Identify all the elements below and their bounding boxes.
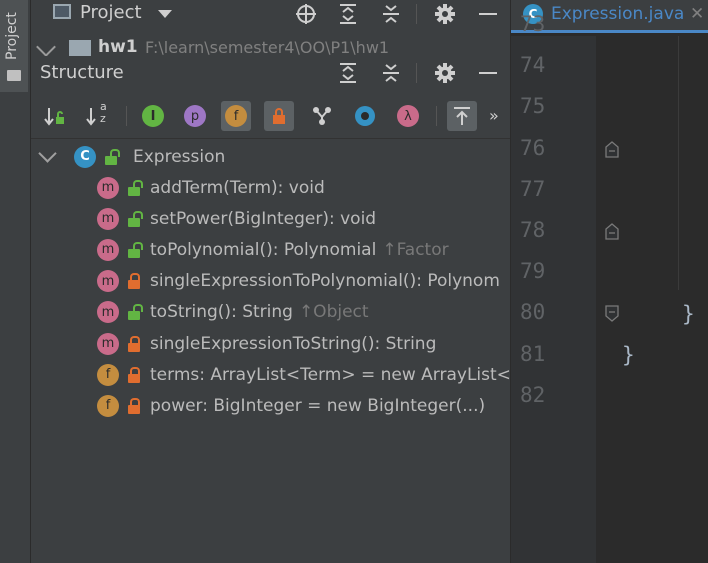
project-row-name: hw1 xyxy=(98,37,138,56)
more-actions-button[interactable]: » xyxy=(489,106,499,125)
fold-marker-icon[interactable] xyxy=(604,222,620,240)
tree-member-label: toString(): String xyxy=(150,302,293,323)
expand-all-icon[interactable] xyxy=(335,60,361,86)
tree-member-label: singleExpressionToPolynomial(): Polynom xyxy=(150,271,500,292)
method-icon: m xyxy=(97,176,119,199)
collapse-all-icon[interactable] xyxy=(378,1,404,27)
tree-member-row[interactable]: m addTerm(Term): void xyxy=(31,172,510,203)
line-number: 74 xyxy=(520,53,546,78)
code-brace-line-81[interactable]: } xyxy=(622,343,635,367)
folder-icon xyxy=(69,40,91,56)
gear-icon[interactable] xyxy=(432,1,458,27)
tree-member-label: setPower(BigInteger): void xyxy=(150,208,377,229)
fold-marker-icon[interactable] xyxy=(604,305,620,323)
show-inherited-icon[interactable]: I xyxy=(138,101,168,131)
gear-icon[interactable] xyxy=(432,60,458,86)
private-lock-icon xyxy=(127,366,141,383)
show-anonymous-classes-icon[interactable] xyxy=(350,101,380,131)
tree-member-override-hint: ↑Object xyxy=(298,302,369,323)
tree-member-row[interactable]: m singleExpressionToPolynomial(): Polynom xyxy=(31,266,510,297)
line-number: 75 xyxy=(520,94,546,119)
header-separator xyxy=(416,4,417,24)
collapse-all-icon[interactable] xyxy=(378,60,404,86)
project-window-icon xyxy=(53,4,71,19)
method-icon: m xyxy=(97,332,119,355)
autoscroll-from-source-icon[interactable] xyxy=(447,101,477,131)
fields-letter: f xyxy=(233,108,239,124)
tree-member-row[interactable]: f terms: ArrayList<Term> = new ArrayList< xyxy=(31,359,510,390)
code-brace-line-80[interactable]: } xyxy=(682,302,695,326)
private-lock-icon xyxy=(127,335,141,352)
minimize-icon[interactable] xyxy=(475,60,501,86)
chevron-down-icon[interactable] xyxy=(36,37,56,56)
toolbar-separator xyxy=(436,106,437,126)
tree-member-label: power: BigInteger = new BigInteger(...) xyxy=(150,395,486,416)
public-lock-icon xyxy=(127,304,143,321)
line-number: 80 xyxy=(520,300,546,325)
sort-alphabetically-icon[interactable]: a z xyxy=(83,101,113,131)
tree-root-expression[interactable]: C Expression xyxy=(31,141,510,172)
line-number: 73 xyxy=(520,12,546,36)
tree-root-label: Expression xyxy=(133,146,226,167)
public-lock-icon xyxy=(127,179,143,196)
expand-all-icon[interactable] xyxy=(335,1,361,27)
line-number: 79 xyxy=(520,259,546,284)
show-properties-icon[interactable]: p xyxy=(180,101,210,131)
editor-tab-label: Expression.java xyxy=(551,4,685,24)
side-project-tab-label: Project xyxy=(4,12,20,60)
structure-panel-title: Structure xyxy=(40,62,124,83)
toolbar-separator xyxy=(126,106,127,126)
tree-member-label: addTerm(Term): void xyxy=(150,177,325,198)
fold-marker-icon[interactable] xyxy=(604,140,620,158)
public-lock-icon xyxy=(127,210,143,227)
tree-member-row[interactable]: m singleExpressionToString(): String xyxy=(31,328,510,359)
show-non-public-icon[interactable] xyxy=(264,101,294,131)
header-separator xyxy=(416,63,417,83)
private-lock-icon xyxy=(127,397,141,414)
method-icon: m xyxy=(97,301,119,324)
minimize-icon[interactable] xyxy=(475,1,501,27)
show-fields-icon[interactable]: f xyxy=(221,101,251,131)
project-row-path: F:\learn\semester4\OO\P1\hw1 xyxy=(145,38,390,56)
close-icon[interactable]: ✕ xyxy=(690,4,704,24)
tree-member-row[interactable]: m toPolynomial(): Polynomial ↑Factor xyxy=(31,234,510,265)
tree-member-override-hint: ↑Factor xyxy=(382,239,449,260)
field-icon: f xyxy=(97,394,119,417)
locate-icon[interactable] xyxy=(293,1,319,27)
line-number: 77 xyxy=(520,176,546,201)
public-lock-icon xyxy=(127,241,143,258)
method-icon: m xyxy=(97,207,119,230)
chevron-down-icon[interactable] xyxy=(158,10,172,18)
class-icon: C xyxy=(74,145,96,168)
chevron-down-icon[interactable] xyxy=(38,144,57,163)
method-icon: m xyxy=(97,238,119,261)
tree-member-row[interactable]: f power: BigInteger = new BigInteger(...) xyxy=(31,390,510,421)
show-hierarchy-icon[interactable] xyxy=(307,101,337,131)
show-lambdas-icon[interactable]: λ xyxy=(393,101,423,131)
sort-by-visibility-icon[interactable] xyxy=(40,101,70,131)
public-lock-icon xyxy=(104,148,120,165)
tree-member-label: terms: ArrayList<Term> = new ArrayList< xyxy=(150,364,510,385)
folder-icon xyxy=(7,70,21,81)
tree-member-label: singleExpressionToString(): String xyxy=(150,333,437,354)
line-number: 81 xyxy=(520,341,546,366)
field-icon: f xyxy=(97,363,119,386)
tree-member-row[interactable]: m setPower(BigInteger): void xyxy=(31,203,510,234)
inherited-letter: I xyxy=(150,108,156,124)
properties-letter: p xyxy=(190,108,200,124)
tree-member-label: toPolynomial(): Polynomial xyxy=(150,239,377,260)
method-icon: m xyxy=(97,270,119,293)
line-number: 76 xyxy=(520,135,546,160)
line-number: 78 xyxy=(520,218,546,242)
sort-alpha-letters: a z xyxy=(100,100,107,125)
line-number: 82 xyxy=(520,382,546,407)
project-panel-title[interactable]: Project xyxy=(80,2,142,23)
project-tree-row[interactable]: hw1 F:\learn\semester4\OO\P1\hw1 xyxy=(31,36,510,56)
tree-member-row[interactable]: m toString(): String ↑Object xyxy=(31,297,510,328)
private-lock-icon xyxy=(127,273,141,290)
lambdas-letter: λ xyxy=(404,108,412,124)
indent-guide xyxy=(678,36,679,290)
